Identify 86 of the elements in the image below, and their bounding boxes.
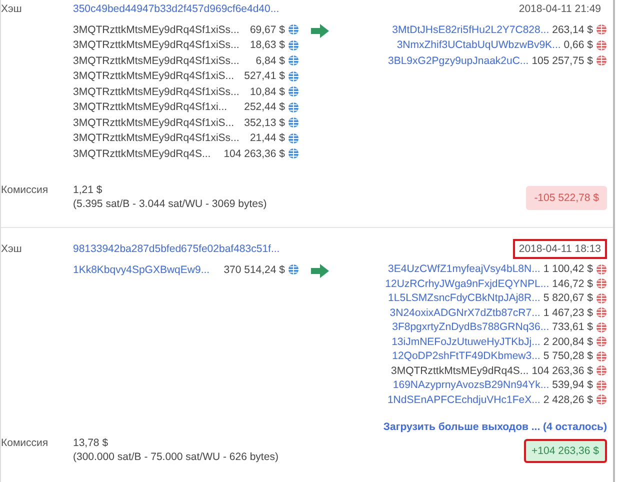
amount: 252,44 $	[244, 101, 285, 114]
transaction-hash-link[interactable]: 98133942ba287d5bfed675fe02baf483c51f...	[73, 243, 513, 255]
address-link[interactable]: 3F8pgxrtyZnDydBs788GRNq36...	[392, 321, 550, 334]
amount: 146,72 $	[552, 278, 593, 290]
right-arrow-icon	[311, 24, 329, 38]
globe-icon[interactable]	[288, 102, 299, 113]
globe-icon[interactable]	[596, 264, 607, 275]
amount: 370 514,24 $	[224, 264, 285, 276]
fee-amount: 1,21 $	[73, 184, 104, 196]
address-link[interactable]: 12QoDP2shFtTF49DKbmew3...	[392, 350, 540, 362]
globe-icon[interactable]	[596, 394, 607, 406]
globe-icon[interactable]	[288, 132, 299, 144]
address-link[interactable]: 1L5LSMZsncFdyCBkNtpJAj8R...	[388, 292, 540, 304]
fee-detail: (300.000 sat/B - 75.000 sat/WU - 626 bytes)	[73, 451, 280, 463]
address-text: 3MQTRzttkMtsMEy9dRq4Sf1xiSs...	[73, 132, 240, 144]
address-text: 3MQTRzttkMtsMEy9dRq4Sf1xiSs...	[73, 24, 240, 36]
transaction-date: 2018-04-11 21:49	[518, 2, 602, 17]
address-link[interactable]: 13iJmNEFoJzUtuweHyJTKbJj...	[392, 336, 540, 348]
amount: 2 428,26 $	[543, 394, 593, 406]
hash-label: Хэш	[1, 3, 23, 15]
globe-icon[interactable]	[596, 24, 607, 36]
globe-icon[interactable]	[288, 55, 299, 66]
hash-label: Хэш	[1, 243, 23, 255]
fee-detail: (5.395 sat/B - 3.044 sat/WU - 3069 bytes)	[73, 198, 268, 210]
transaction-date: 2018-04-11 18:13	[512, 239, 607, 259]
amount: 0,66 $	[564, 39, 593, 52]
globe-icon[interactable]	[596, 365, 607, 376]
address-text: 3MQTRzttkMtsMEy9dRq4Sf1xiS...	[73, 116, 236, 129]
globe-icon[interactable]	[596, 307, 607, 318]
address-link[interactable]: 3NmxZhif3UCtabUqUWbzwBv9K...	[396, 39, 561, 52]
amount: 105 257,75 $	[532, 54, 593, 67]
globe-icon[interactable]	[288, 24, 299, 36]
amount: 21,44 $	[250, 132, 285, 144]
address-text: 3MQTRzttkMtsMEy9dRq4Sf1xiSs...	[73, 39, 240, 52]
globe-icon[interactable]	[596, 278, 607, 290]
globe-icon[interactable]	[596, 322, 607, 333]
address-link[interactable]: 3N24oxixADGNrX7dZtb87cR7...	[390, 306, 540, 319]
amount: 104 263,36 $	[224, 148, 285, 160]
address-link[interactable]: 1NdSEnAPFCEchdjuVHc1FeX...	[387, 394, 540, 406]
load-more-link[interactable]: Загрузить больше выходов ... (4 осталось)	[383, 421, 607, 433]
address-text: 3MQTRzttkMtsMEy9dRq4Sf1xiSs...	[73, 54, 240, 67]
globe-icon[interactable]	[596, 40, 607, 51]
globe-icon[interactable]	[596, 55, 607, 66]
globe-icon[interactable]	[596, 380, 607, 391]
amount: 263,14 $	[552, 24, 593, 36]
address-text: 3MQTRzttkMtsMEy9dRq4Sf1xiS...	[73, 70, 236, 82]
globe-icon[interactable]	[288, 148, 299, 160]
globe-icon[interactable]	[288, 70, 299, 82]
fee-amount: 13,78 $	[73, 437, 110, 449]
amount: 104 263,36 $	[532, 364, 593, 377]
address-link[interactable]: 169NAzyprnyAvozsB29Nn94Yk...	[392, 379, 550, 392]
amount: 5 750,28 $	[543, 350, 593, 362]
address-text: 3MQTRzttkMtsMEy9dRq4S...	[73, 148, 212, 160]
globe-icon[interactable]	[288, 117, 299, 128]
amount: 18,63 $	[250, 39, 285, 52]
address-link[interactable]: 3E4UzCWfZ1myfeajVsy4bL8N...	[388, 263, 540, 276]
address-link[interactable]: 1Kk8Kbqvy4SpGXBwqEw9...	[73, 264, 221, 276]
address-text: 3MQTRzttkMtsMEy9dRq4Sf1xi...	[73, 101, 228, 114]
amount: 6,84 $	[256, 54, 285, 67]
transaction-hash-link[interactable]: 350c49bed44947b33d2f457d969cf6e4d40...	[73, 3, 513, 15]
total-badge: -105 522,78 $	[526, 186, 607, 210]
amount: 352,13 $	[244, 116, 285, 129]
address-text: 3MQTRzttkMtsMEy9dRq4Sf1xiSs...	[73, 86, 240, 98]
globe-icon[interactable]	[288, 40, 299, 51]
total-badge: +104 263,36 $	[524, 439, 607, 463]
amount: 10,84 $	[250, 86, 285, 98]
amount: 733,61 $	[552, 321, 593, 334]
globe-icon[interactable]	[596, 292, 607, 304]
amount: 1 467,23 $	[543, 306, 593, 319]
globe-icon[interactable]	[288, 264, 299, 276]
right-arrow-icon	[311, 264, 329, 278]
address-link[interactable]: 12UzRCrhyJWga9nFxjdEQYNPL...	[385, 278, 550, 290]
amount: 2 200,84 $	[543, 336, 593, 348]
globe-icon[interactable]	[596, 336, 607, 348]
amount: 69,67 $	[250, 24, 285, 36]
amount: 539,94 $	[552, 379, 593, 392]
address-link[interactable]: 3BL9xG2Pgzy9upJnaak2uC...	[388, 54, 529, 67]
globe-icon[interactable]	[596, 350, 607, 362]
fee-label: Комиссия	[1, 184, 50, 196]
fee-label: Комиссия	[1, 437, 50, 449]
amount: 5 820,67 $	[543, 292, 593, 304]
address-text: 3MQTRzttkMtsMEy9dRq4S...	[390, 364, 529, 377]
amount: 527,41 $	[244, 70, 285, 82]
amount: 1 100,42 $	[543, 263, 593, 276]
globe-icon[interactable]	[288, 86, 299, 98]
address-link[interactable]: 3MtDtJHsE82ri5fHu2L2Y7C828...	[392, 24, 550, 36]
